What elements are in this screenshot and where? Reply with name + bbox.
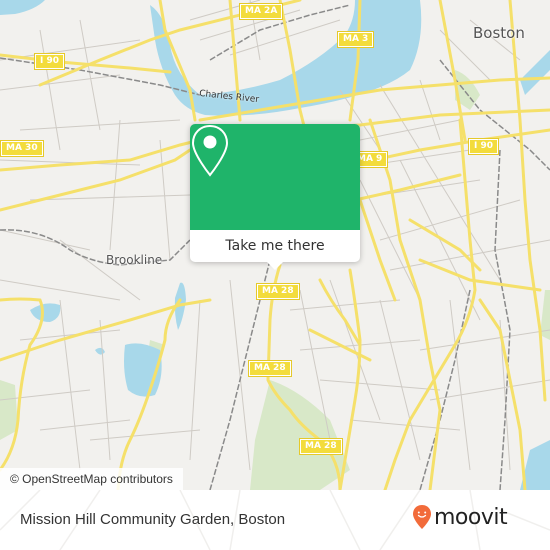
map-pin-icon bbox=[191, 124, 229, 177]
moovit-pin-icon bbox=[413, 505, 431, 529]
road-shield-i90-east: I 90 bbox=[467, 138, 500, 155]
take-me-there-button[interactable]: Take me there bbox=[190, 230, 360, 262]
road-shield-i90-west: I 90 bbox=[33, 53, 66, 70]
road-shield-ma3: MA 3 bbox=[336, 31, 375, 48]
popup-pointer bbox=[267, 262, 283, 270]
location-popup[interactable]: Take me there bbox=[190, 124, 360, 270]
map-attribution[interactable]: © OpenStreetMap contributors bbox=[0, 468, 183, 490]
popup-header bbox=[190, 124, 360, 230]
place-label-boston: Boston bbox=[473, 24, 525, 42]
road-shield-ma28-c: MA 28 bbox=[299, 438, 343, 455]
road-shield-ma28-b: MA 28 bbox=[248, 360, 292, 377]
road-shield-ma30: MA 30 bbox=[0, 140, 44, 157]
moovit-wordmark: moovit bbox=[434, 504, 508, 530]
moovit-logo[interactable]: moovit bbox=[412, 504, 508, 530]
road-shield-ma28-a: MA 28 bbox=[256, 283, 300, 300]
road-shield-ma2a: MA 2A bbox=[238, 3, 284, 20]
place-name: Mission Hill Community Garden, Boston bbox=[20, 511, 286, 528]
map-view[interactable]: MA 2A MA 3 I 90 I 90 MA 30 MA 9 MA 28 MA… bbox=[0, 0, 550, 490]
footer-bar: Mission Hill Community Garden, Boston mo… bbox=[0, 490, 550, 550]
place-label-brookline: Brookline bbox=[106, 253, 163, 267]
